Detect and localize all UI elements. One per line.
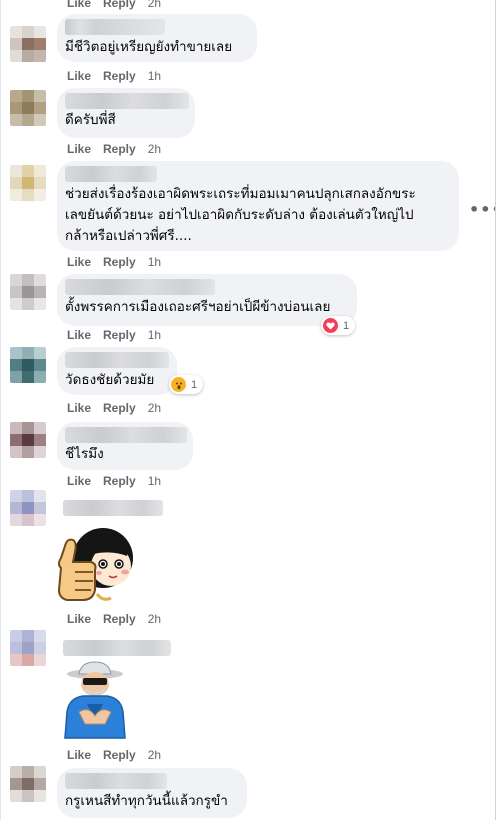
- comment-actions: Like Reply 1h: [67, 255, 161, 269]
- author-name[interactable]: [65, 19, 165, 35]
- avatar[interactable]: [10, 90, 46, 126]
- author-name[interactable]: [65, 352, 169, 368]
- timestamp[interactable]: 1h: [148, 474, 161, 488]
- author-name[interactable]: [65, 166, 157, 182]
- timestamp[interactable]: 1h: [148, 255, 161, 269]
- reaction-count: 1: [191, 378, 198, 391]
- avatar[interactable]: [10, 274, 46, 310]
- like-link[interactable]: Like: [67, 474, 91, 488]
- like-link[interactable]: Like: [67, 0, 91, 10]
- reaction-badge[interactable]: 1: [321, 316, 356, 335]
- thumbs-up-girl-sticker[interactable]: [53, 524, 139, 606]
- avatar[interactable]: [10, 165, 46, 201]
- like-link[interactable]: Like: [67, 142, 91, 156]
- like-link[interactable]: Like: [67, 401, 91, 415]
- comment-text-line: ช่วยส่งเรื่องร้องเอาผิดพระเถระที่มอมเมาค…: [65, 186, 416, 202]
- comment-bubble: มีชีวิตอยู่เหรียญยังทำขายเลย: [57, 14, 257, 62]
- reply-link[interactable]: Reply: [103, 142, 136, 156]
- comment-text: มีชีวิตอยู่เหรียญยังทำขายเลย: [65, 39, 233, 55]
- love-reaction-icon: [323, 318, 338, 333]
- reply-link[interactable]: Reply: [103, 401, 136, 415]
- comment-bubble: ตั้งพรรคการเมืองเถอะศรีฯอย่าเป็ผีข้างบ่อ…: [57, 274, 357, 326]
- reply-link[interactable]: Reply: [103, 474, 136, 488]
- timestamp[interactable]: 2h: [148, 401, 161, 415]
- reaction-count: 1: [343, 319, 350, 332]
- author-name[interactable]: [65, 427, 187, 443]
- avatar[interactable]: [10, 490, 46, 526]
- reply-link[interactable]: Reply: [103, 255, 136, 269]
- like-link[interactable]: Like: [67, 255, 91, 269]
- avatar[interactable]: [10, 347, 46, 383]
- timestamp[interactable]: 2h: [148, 612, 161, 626]
- cool-grandpa-clapping-sticker[interactable]: [57, 660, 133, 740]
- comment-actions: Like Reply 2h: [67, 142, 161, 156]
- reply-link[interactable]: Reply: [103, 328, 136, 342]
- author-name[interactable]: [65, 93, 189, 109]
- comment-actions: Like Reply 1h: [67, 69, 161, 83]
- timestamp[interactable]: 2h: [148, 142, 161, 156]
- avatar[interactable]: [10, 766, 46, 802]
- reply-link[interactable]: Reply: [103, 748, 136, 762]
- reply-link[interactable]: Reply: [103, 0, 136, 10]
- author-name[interactable]: [63, 640, 171, 656]
- comment-bubble: ดีครับพี่สี: [57, 88, 195, 138]
- like-link[interactable]: Like: [67, 69, 91, 83]
- timestamp[interactable]: 1h: [148, 69, 161, 83]
- comment-actions: Like Reply 2h: [67, 612, 161, 626]
- timestamp[interactable]: 1h: [148, 328, 161, 342]
- comment-actions: Like Reply 1h: [67, 328, 161, 342]
- comment-text: ดีครับพี่สี: [65, 112, 116, 128]
- timestamp[interactable]: 2h: [148, 0, 161, 10]
- like-link[interactable]: Like: [67, 612, 91, 626]
- comment-bubble: วัดธงชัยด้วยมัย: [57, 347, 177, 395]
- comment-bubble: กรูเหนสีทำทุกวันนี้แล้วกรูขำ: [57, 768, 247, 818]
- reply-link[interactable]: Reply: [103, 69, 136, 83]
- comment-text-line: กล้าหรือเปล่าวพี่ศรี....: [65, 228, 192, 244]
- wow-reaction-icon: [171, 377, 186, 392]
- like-link[interactable]: Like: [67, 328, 91, 342]
- author-name[interactable]: [65, 773, 167, 789]
- comment-text: ตั้งพรรคการเมืองเถอะศรีฯอย่าเป็ผีข้างบ่อ…: [65, 299, 331, 315]
- comment-actions: Like Reply 2h: [67, 401, 161, 415]
- comment-thread: Like Reply 2h มีชีวิตอยู่เหรียญยังทำขายเลย…: [0, 0, 496, 820]
- comment-actions: Like Reply 2h: [67, 748, 161, 762]
- avatar[interactable]: [10, 630, 46, 666]
- comment-text: กรูเหนสีทำทุกวันนี้แล้วกรูขำ: [65, 793, 228, 809]
- reaction-badge[interactable]: 1: [169, 375, 204, 394]
- like-link[interactable]: Like: [67, 748, 91, 762]
- comment-actions: Like Reply 2h: [67, 0, 161, 10]
- avatar[interactable]: [10, 26, 46, 62]
- comment-text: ชีไรมึง: [65, 446, 104, 462]
- comment-text: วัดธงชัยด้วยมัย: [65, 372, 155, 388]
- comment-text-line: เลขยันต์ด้วยนะ อย่าไปเอาผิดกับระดับล่าง …: [65, 207, 414, 223]
- more-options-icon[interactable]: •••: [469, 200, 495, 219]
- comment-bubble: ชีไรมึง: [57, 422, 193, 470]
- avatar[interactable]: [10, 422, 46, 458]
- author-name[interactable]: [63, 500, 163, 516]
- comment-actions: Like Reply 1h: [67, 474, 161, 488]
- timestamp[interactable]: 2h: [148, 748, 161, 762]
- comment-bubble: ช่วยส่งเรื่องร้องเอาผิดพระเถระที่มอมเมาค…: [57, 161, 459, 251]
- author-name[interactable]: [65, 279, 215, 295]
- reply-link[interactable]: Reply: [103, 612, 136, 626]
